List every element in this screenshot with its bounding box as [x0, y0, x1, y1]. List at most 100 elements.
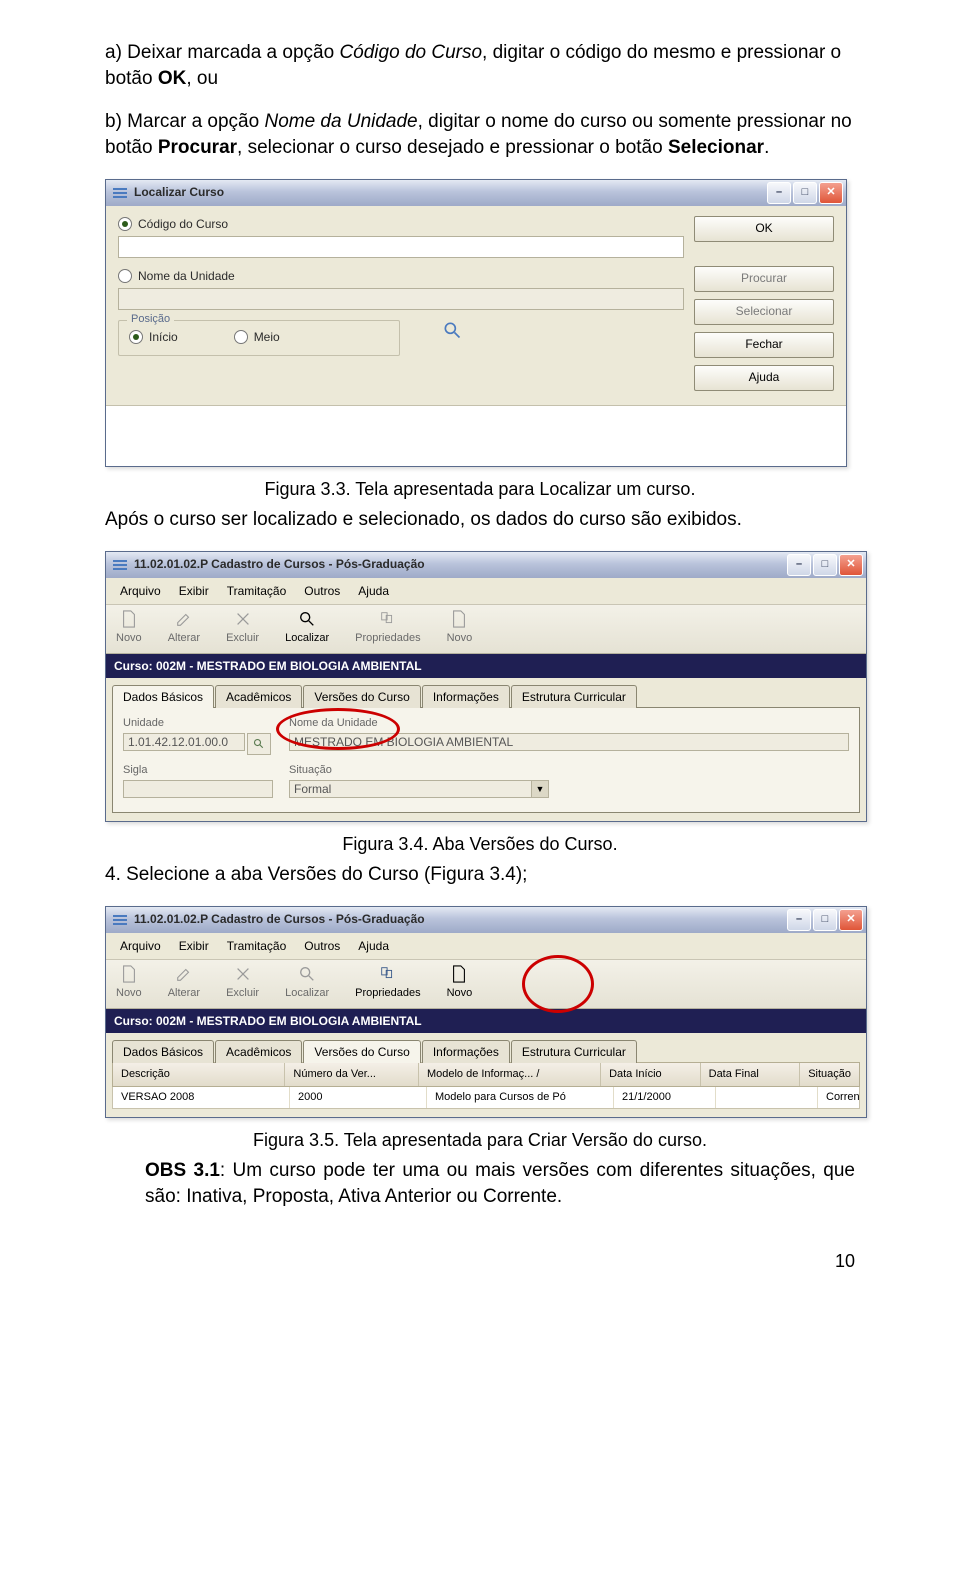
radio-dot-icon — [118, 217, 132, 231]
fechar-button[interactable]: Fechar — [694, 332, 834, 358]
th-numero-ver[interactable]: Número da Ver... — [285, 1063, 419, 1086]
radio-label: Meio — [254, 329, 280, 345]
toolbar-label: Propriedades — [355, 986, 420, 1001]
th-data-inicio[interactable]: Data Início — [601, 1063, 701, 1086]
table-row[interactable]: VERSAO 2008 2000 Modelo para Cursos de P… — [112, 1087, 860, 1109]
cell-situacao: Corrente — [818, 1087, 859, 1108]
menu-outros[interactable]: Outros — [296, 581, 348, 601]
cell-data-final — [716, 1087, 818, 1108]
tab-academicos[interactable]: Acadêmicos — [215, 1040, 302, 1063]
tab-estrutura[interactable]: Estrutura Curricular — [511, 685, 637, 708]
toolbar-label: Alterar — [168, 986, 200, 1001]
toolbar-novo[interactable]: Novo — [116, 610, 142, 646]
menu-tramitacao[interactable]: Tramitação — [219, 581, 295, 601]
tab-informacoes[interactable]: Informações — [422, 685, 510, 708]
magnify-icon[interactable] — [442, 320, 462, 340]
menu-arquivo[interactable]: Arquivo — [112, 581, 169, 601]
delete-icon — [233, 610, 253, 628]
menu-ajuda[interactable]: Ajuda — [350, 581, 397, 601]
radio-codigo-curso[interactable]: Código do Curso — [118, 216, 684, 232]
text: b) Marcar a opção — [105, 111, 264, 132]
tab-informacoes[interactable]: Informações — [422, 1040, 510, 1063]
tabs: Dados Básicos Acadêmicos Versões do Curs… — [106, 1033, 866, 1062]
maximize-button[interactable]: □ — [813, 554, 837, 576]
tab-versoes[interactable]: Versões do Curso — [303, 1040, 420, 1063]
th-data-final[interactable]: Data Final — [701, 1063, 801, 1086]
menu-exibir[interactable]: Exibir — [171, 936, 217, 956]
tab-academicos[interactable]: Acadêmicos — [215, 685, 302, 708]
toolbar-label: Excluir — [226, 631, 259, 646]
minimize-button[interactable]: – — [767, 182, 791, 204]
minimize-button[interactable]: – — [787, 909, 811, 931]
radio-label: Início — [149, 329, 178, 345]
close-button[interactable]: ✕ — [839, 909, 863, 931]
maximize-button[interactable]: □ — [813, 909, 837, 931]
toolbar-novo2[interactable]: Novo — [447, 965, 473, 1001]
window-title: 11.02.01.02.P Cadastro de Cursos - Pós-G… — [134, 556, 785, 572]
close-button[interactable]: ✕ — [819, 182, 843, 204]
toolbar-alterar[interactable]: Alterar — [168, 965, 200, 1001]
th-situacao[interactable]: Situação — [800, 1063, 859, 1086]
window-title: Localizar Curso — [134, 184, 765, 200]
radio-dot-icon — [118, 269, 132, 283]
th-descricao[interactable]: Descrição — [113, 1063, 285, 1086]
toolbar-localizar[interactable]: Localizar — [285, 610, 329, 646]
radio-dot-icon — [234, 330, 248, 344]
doc-icon — [449, 965, 469, 983]
cell-numero-ver: 2000 — [290, 1087, 427, 1108]
text: a) Deixar marcada a opção — [105, 42, 339, 63]
toolbar-propriedades[interactable]: Propriedades — [355, 965, 420, 1001]
page-number: 10 — [105, 1249, 855, 1273]
toolbar: Novo Alterar Excluir Localizar Proprieda… — [106, 605, 866, 654]
app-icon — [112, 185, 128, 201]
menu-outros[interactable]: Outros — [296, 936, 348, 956]
tab-versoes[interactable]: Versões do Curso — [303, 685, 420, 708]
tab-estrutura[interactable]: Estrutura Curricular — [511, 1040, 637, 1063]
cell-modelo: Modelo para Cursos de Pó — [427, 1087, 614, 1108]
input-codigo-curso[interactable] — [118, 236, 684, 258]
figure-caption-3-3: Figura 3.3. Tela apresentada para Locali… — [105, 477, 855, 501]
menu-tramitacao[interactable]: Tramitação — [219, 936, 295, 956]
ajuda-button[interactable]: Ajuda — [694, 365, 834, 391]
toolbar-label: Localizar — [285, 631, 329, 646]
toolbar-label: Novo — [116, 631, 142, 646]
toolbar-label: Excluir — [226, 986, 259, 1001]
selecionar-button[interactable]: Selecionar — [694, 299, 834, 325]
app-icon — [112, 912, 128, 928]
radio-nome-unidade[interactable]: Nome da Unidade — [118, 268, 684, 284]
radio-meio[interactable]: Meio — [234, 329, 280, 345]
tabs: Dados Básicos Acadêmicos Versões do Curs… — [106, 678, 866, 707]
ok-button[interactable]: OK — [694, 216, 834, 242]
toolbar-alterar[interactable]: Alterar — [168, 610, 200, 646]
toolbar-novo[interactable]: Novo — [116, 965, 142, 1001]
tab-dados-basicos[interactable]: Dados Básicos — [112, 685, 214, 708]
radio-dot-icon — [129, 330, 143, 344]
toolbar-novo2[interactable]: Novo — [447, 610, 473, 646]
menu-exibir[interactable]: Exibir — [171, 581, 217, 601]
maximize-button[interactable]: □ — [793, 182, 817, 204]
menu-arquivo[interactable]: Arquivo — [112, 936, 169, 956]
minimize-button[interactable]: – — [787, 554, 811, 576]
titlebar: Localizar Curso – □ ✕ — [106, 180, 846, 206]
toolbar-excluir[interactable]: Excluir — [226, 965, 259, 1001]
text: . — [764, 137, 769, 158]
toolbar-localizar[interactable]: Localizar — [285, 965, 329, 1001]
th-modelo[interactable]: Modelo de Informaç... / — [419, 1063, 601, 1086]
tab-dados-basicos[interactable]: Dados Básicos — [112, 1040, 214, 1063]
dropdown-icon[interactable]: ▼ — [531, 781, 548, 797]
field-sigla — [123, 780, 273, 798]
props-icon — [378, 610, 398, 628]
text-nome: Nome da Unidade — [264, 111, 417, 132]
menu-ajuda[interactable]: Ajuda — [350, 936, 397, 956]
toolbar-label: Novo — [447, 631, 473, 646]
titlebar: 11.02.01.02.P Cadastro de Cursos - Pós-G… — [106, 907, 866, 933]
delete-icon — [233, 965, 253, 983]
close-button[interactable]: ✕ — [839, 554, 863, 576]
lookup-button[interactable] — [247, 733, 271, 755]
procurar-button[interactable]: Procurar — [694, 266, 834, 292]
toolbar-propriedades[interactable]: Propriedades — [355, 610, 420, 646]
text-procurar: Procurar — [158, 137, 237, 158]
radio-inicio[interactable]: Início — [129, 329, 178, 345]
toolbar-label: Novo — [116, 986, 142, 1001]
toolbar-excluir[interactable]: Excluir — [226, 610, 259, 646]
